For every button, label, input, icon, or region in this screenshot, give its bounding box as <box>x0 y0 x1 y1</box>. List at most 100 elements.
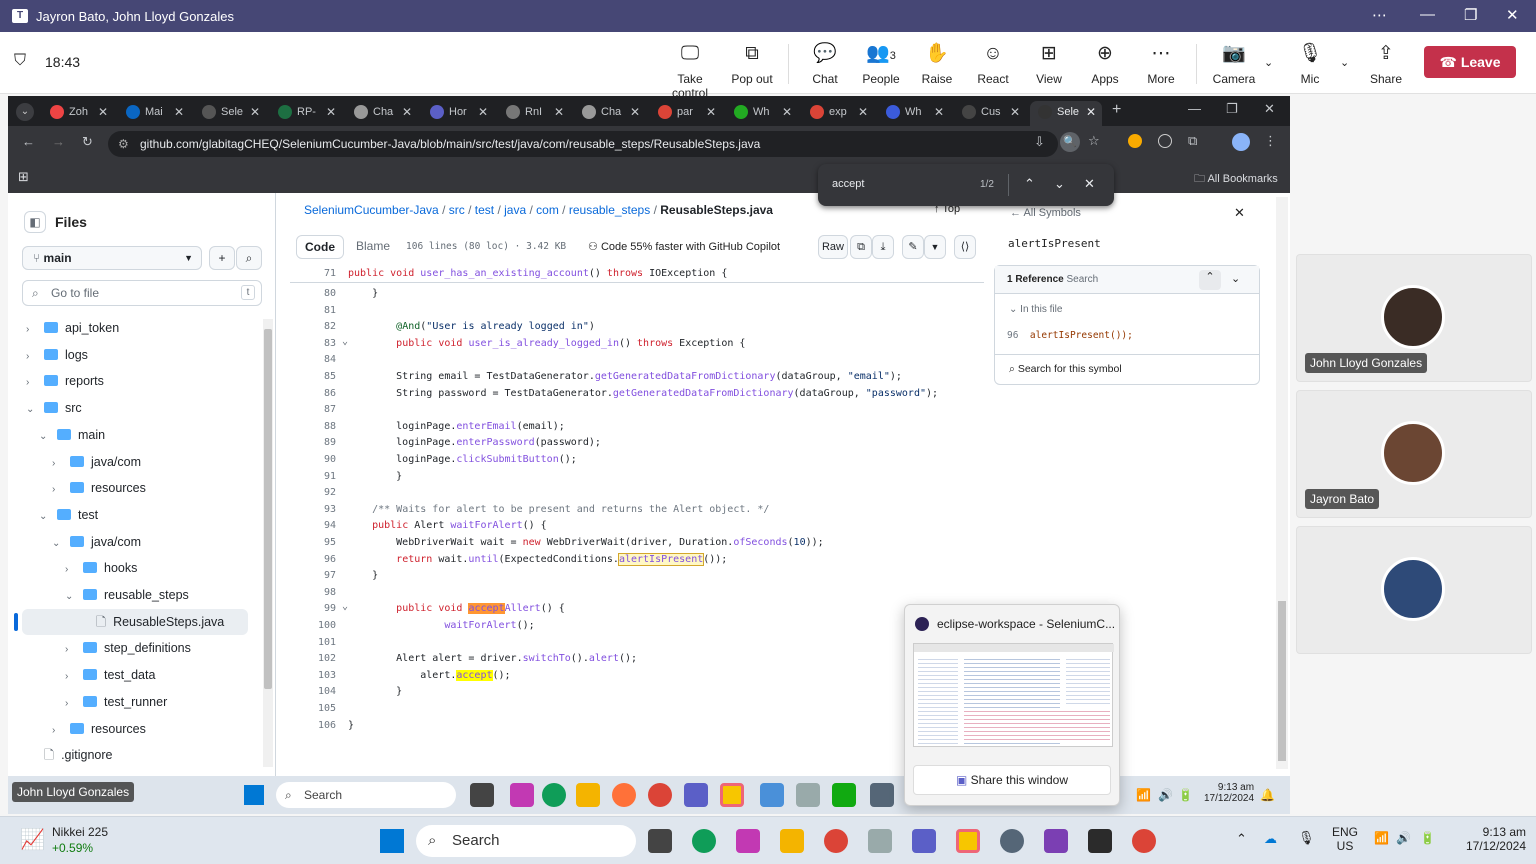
close-tab-icon[interactable]: ✕ <box>630 101 640 123</box>
apps-button[interactable]: ⊕ Apps <box>1077 42 1133 86</box>
all-bookmarks-folder[interactable]: 🗀 All Bookmarks <box>1194 170 1278 189</box>
browser-tab[interactable]: par ✕ <box>650 101 722 126</box>
collapse-sidebar-icon[interactable]: ◧ <box>24 211 46 233</box>
extensions-puzzle-icon[interactable]: ⧉ <box>1188 133 1197 149</box>
branch-selector[interactable]: ⑂ main ▼ <box>22 246 202 270</box>
breadcrumb-link[interactable]: com <box>536 203 559 217</box>
copilot-icon[interactable] <box>510 783 534 807</box>
tree-folder[interactable]: › logs <box>26 342 88 368</box>
line-number[interactable]: 93 <box>290 502 336 518</box>
line-number[interactable]: 82 <box>290 319 336 335</box>
view-button[interactable]: ⊞ View <box>1021 42 1077 86</box>
maximize-icon[interactable]: ❐ <box>1464 6 1477 24</box>
code-line[interactable]: 96 return wait.until(ExpectedConditions.… <box>290 552 984 568</box>
copy-icon[interactable]: ⧉ <box>850 235 872 259</box>
chrome-icon[interactable] <box>1132 829 1156 853</box>
line-number[interactable]: 86 <box>290 386 336 402</box>
find-previous-icon[interactable]: ⌃ <box>1024 176 1035 192</box>
line-number[interactable]: 106 <box>290 718 336 734</box>
fold-chevron-icon[interactable]: ⌄ <box>342 599 348 615</box>
code-line[interactable]: 98 <box>290 585 984 601</box>
participant-tile-self[interactable] <box>1296 526 1532 654</box>
line-number[interactable]: 104 <box>290 684 336 700</box>
symbols-panel-icon[interactable]: ⟨⟩ <box>954 235 976 259</box>
code-line[interactable]: 81 <box>290 303 984 319</box>
chevron-down-icon[interactable]: ⌄ <box>1264 56 1273 69</box>
url-input[interactable]: ⚙ github.com/glabitagCHEQ/SeleniumCucumb… <box>108 131 1058 157</box>
line-number[interactable]: 81 <box>290 303 336 319</box>
page-scrollbar[interactable] <box>1276 197 1288 769</box>
code-line[interactable]: 95 WebDriverWait wait = new WebDriverWai… <box>290 535 984 551</box>
caret-down-icon[interactable]: ▼ <box>924 235 946 259</box>
pycharm-icon[interactable] <box>832 783 856 807</box>
go-to-file-input[interactable]: ⌕ Go to file t <box>22 280 262 306</box>
line-number[interactable]: 94 <box>290 518 336 534</box>
take-control-button[interactable]: 🖵 Take control <box>662 42 718 100</box>
search-symbol-link[interactable]: ⌕ Search for this symbol <box>1009 363 1122 376</box>
line-number[interactable]: 83 <box>290 336 336 352</box>
breadcrumb-link[interactable]: src <box>449 203 465 217</box>
new-tab-icon[interactable]: + <box>1112 101 1121 119</box>
share-this-window-button[interactable]: ▣ Share this window <box>913 765 1111 795</box>
tree-folder[interactable]: ⌄ reusable_steps <box>65 582 189 608</box>
code-line[interactable]: 103 alert.accept(); <box>290 668 984 684</box>
code-line[interactable]: 100 waitForAlert(); <box>290 618 984 634</box>
participant-tile[interactable]: John Lloyd Gonzales <box>1296 254 1532 382</box>
leave-button[interactable]: ☎ Leave <box>1424 46 1516 78</box>
breadcrumb-link[interactable]: test <box>475 203 494 217</box>
tree-folder[interactable]: ⌄ java/com <box>52 529 141 555</box>
close-tab-icon[interactable]: ✕ <box>174 101 184 123</box>
pop-out-button[interactable]: ⧉ Pop out <box>724 42 780 86</box>
tree-file[interactable]: 🗋 .gitignore <box>26 742 113 768</box>
browser-tab[interactable]: Wh ✕ <box>726 101 798 126</box>
line-number[interactable]: 102 <box>290 651 336 667</box>
firefox-icon[interactable] <box>612 783 636 807</box>
sidebar-scrollbar[interactable] <box>263 319 273 767</box>
browser-tab[interactable]: exp ✕ <box>802 101 874 126</box>
code-line[interactable]: 97 } <box>290 568 984 584</box>
close-tab-icon[interactable]: ✕ <box>98 101 108 123</box>
snipping-tool-icon[interactable] <box>796 783 820 807</box>
chrome-icon[interactable] <box>648 783 672 807</box>
snipping-tool-icon[interactable] <box>868 829 892 853</box>
tree-folder[interactable]: › resources <box>52 716 146 742</box>
code-line[interactable]: 89 loginPage.enterPassword(password); <box>290 435 984 451</box>
tree-folder[interactable]: › java/com <box>52 449 141 475</box>
taskbar-search-box[interactable]: ⌕ Search <box>416 825 636 857</box>
code-line[interactable]: 82 @And("User is already logged in") <box>290 319 984 335</box>
volume-icon[interactable]: 🔊 <box>1396 831 1411 845</box>
line-number[interactable]: 88 <box>290 419 336 435</box>
code-line[interactable]: 80 } <box>290 286 984 302</box>
close-icon[interactable]: ✕ <box>1264 101 1275 117</box>
fold-chevron-icon[interactable]: ⌄ <box>342 334 348 350</box>
code-line[interactable]: 87 <box>290 402 984 418</box>
file-explorer-icon[interactable] <box>780 829 804 853</box>
line-number[interactable]: 95 <box>290 535 336 551</box>
code-line[interactable]: 90 loginPage.clickSubmitButton(); <box>290 452 984 468</box>
line-number[interactable]: 84 <box>290 352 336 368</box>
raise-hand-button[interactable]: ✋ Raise <box>909 42 965 86</box>
visual-studio-icon[interactable] <box>1044 829 1068 853</box>
find-input[interactable]: accept <box>832 178 864 190</box>
line-number[interactable]: 97 <box>290 568 336 584</box>
window-thumbnail[interactable] <box>913 643 1114 747</box>
stock-name[interactable]: Nikkei 225 <box>52 825 108 839</box>
notepad-icon[interactable] <box>760 783 784 807</box>
profile-avatar[interactable] <box>1232 133 1250 151</box>
browser-tab[interactable]: Cha ✕ <box>346 101 418 126</box>
install-app-icon[interactable]: ⇩ <box>1034 134 1045 150</box>
close-tab-icon[interactable]: ✕ <box>326 101 336 123</box>
line-number[interactable]: 90 <box>290 452 336 468</box>
tree-folder[interactable]: ⌄ main <box>39 422 105 448</box>
code-line[interactable]: 92 <box>290 485 984 501</box>
maximize-icon[interactable]: ❐ <box>1226 101 1238 117</box>
browser-tab[interactable]: Zoh ✕ <box>42 101 114 126</box>
find-next-icon[interactable]: ⌄ <box>1054 176 1065 192</box>
chat-button[interactable]: 💬 Chat <box>797 42 853 86</box>
browser-tab[interactable]: Sele ✕ <box>194 101 266 126</box>
code-line[interactable]: 85 String email = TestDataGenerator.getG… <box>290 369 984 385</box>
close-tab-icon[interactable]: ✕ <box>782 101 792 123</box>
react-button[interactable]: ☺ React <box>965 42 1021 86</box>
line-number[interactable]: 99 <box>290 601 336 617</box>
battery-icon[interactable]: 🔋 <box>1420 831 1435 845</box>
